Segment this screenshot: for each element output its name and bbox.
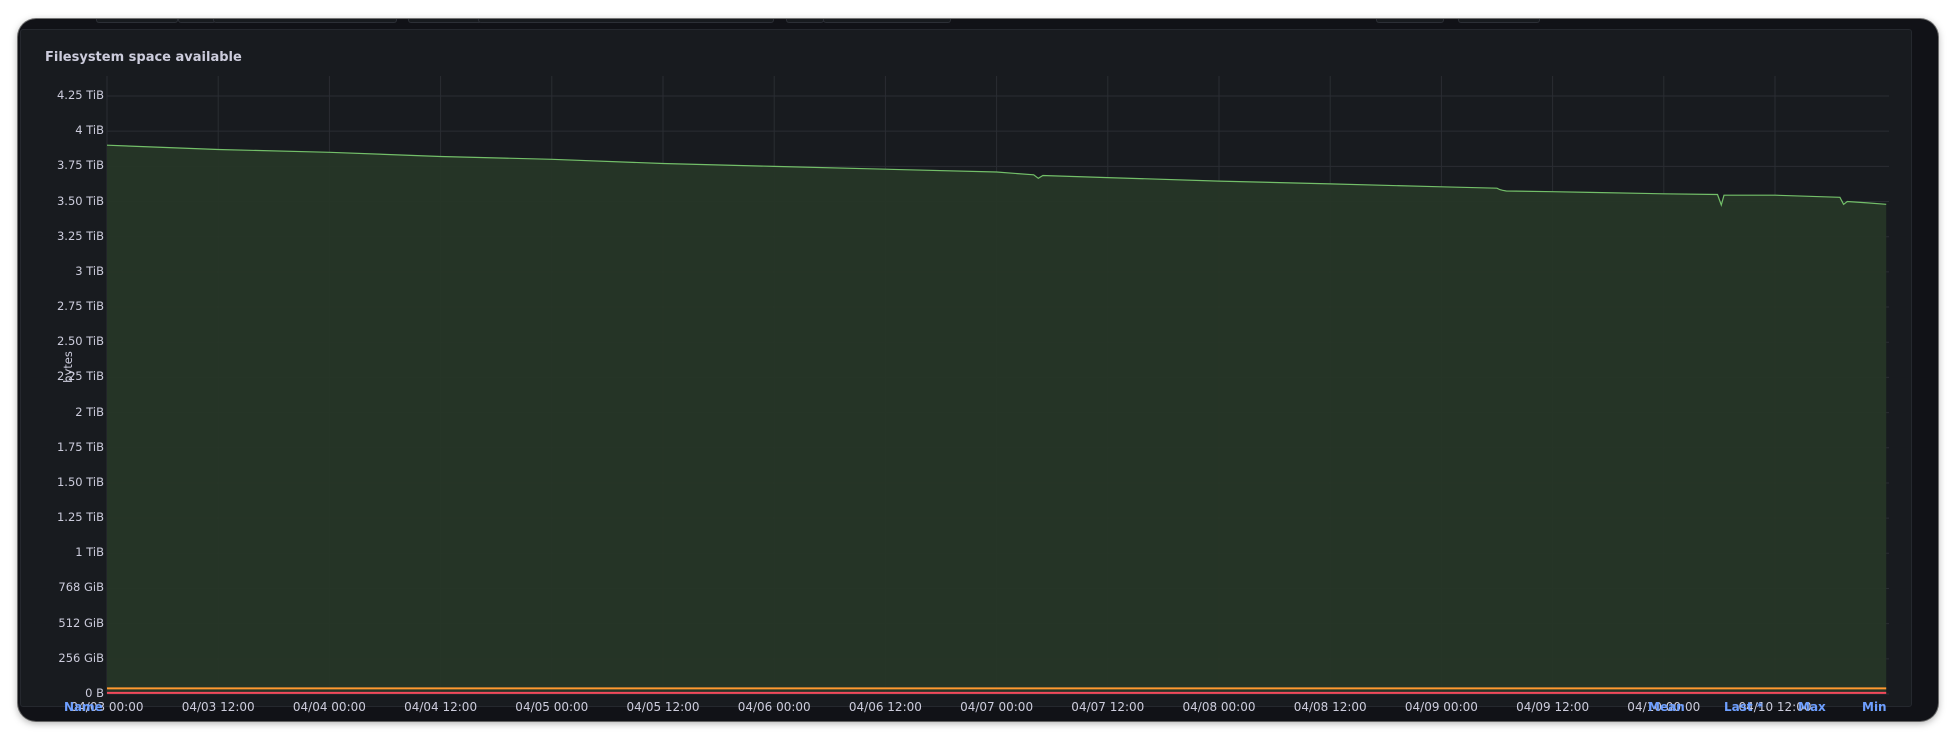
- legend-header-mean[interactable]: Mean: [1648, 700, 1685, 714]
- legend-header-name[interactable]: Name: [64, 700, 103, 714]
- series-area-fill: [107, 145, 1887, 694]
- timeseries-panel[interactable]: Filesystem space available 4.25 TiB 4 TiB…: [20, 29, 1912, 714]
- dashboard-window: Filesystem space available 4.25 TiB 4 TiB…: [18, 19, 1938, 721]
- toolbar-control-1[interactable]: [96, 19, 178, 23]
- toolbar-control-6[interactable]: [786, 19, 824, 23]
- legend-header-last[interactable]: Last *: [1724, 700, 1763, 714]
- legend-header-min[interactable]: Min: [1862, 700, 1887, 714]
- toolbar-control-4[interactable]: [408, 19, 482, 23]
- legend-header-max[interactable]: Max: [1798, 700, 1826, 714]
- toolbar-control-3[interactable]: [213, 19, 397, 23]
- chart-plot-area[interactable]: [21, 30, 1911, 706]
- toolbar-control-9[interactable]: [1458, 19, 1540, 23]
- toolbar-control-7[interactable]: [823, 19, 951, 23]
- toolbar-control-2[interactable]: [178, 19, 216, 23]
- toolbar-control-8[interactable]: [1376, 19, 1444, 23]
- toolbar-control-5[interactable]: [478, 19, 774, 23]
